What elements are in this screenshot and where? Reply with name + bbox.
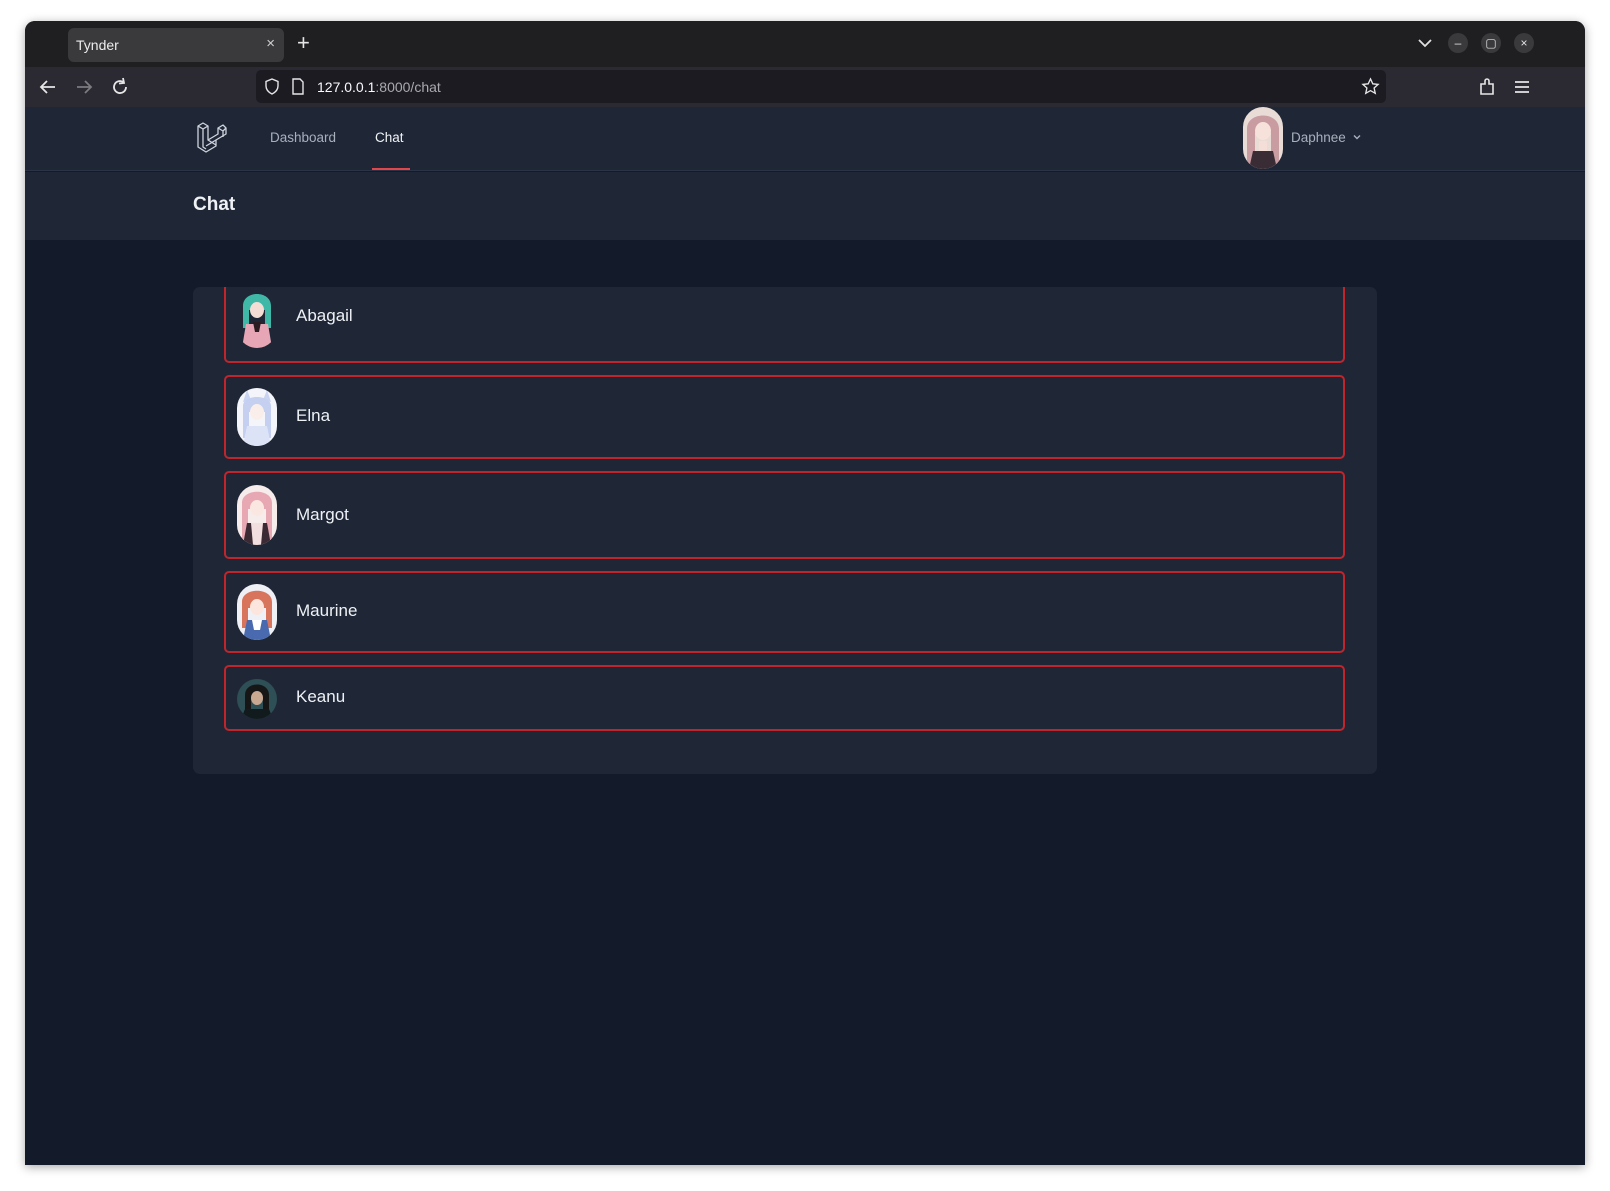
shield-icon[interactable] xyxy=(264,78,280,95)
url-path: :8000/chat xyxy=(375,79,441,95)
avatar-image xyxy=(237,584,277,640)
user-avatar-image xyxy=(1243,107,1283,169)
page-title: Chat xyxy=(193,194,236,215)
nav-link-chat[interactable]: Chat xyxy=(375,130,404,145)
chat-row-keanu[interactable]: Keanu xyxy=(224,665,1345,731)
chevron-down-icon[interactable] xyxy=(1352,132,1362,142)
avatar xyxy=(237,388,277,446)
chat-row-maurine[interactable]: Maurine xyxy=(224,571,1345,653)
user-avatar[interactable] xyxy=(1243,107,1283,169)
new-tab-button[interactable]: + xyxy=(297,31,310,55)
tab-list-chevron-icon[interactable] xyxy=(1415,33,1435,53)
page-header: Chat xyxy=(25,172,1585,240)
app-navigation: Dashboard Chat Daphnee xyxy=(25,107,1585,171)
close-window-button[interactable]: × xyxy=(1514,33,1534,53)
tab-bar: Tynder × + – ▢ × xyxy=(25,21,1585,67)
contact-name: Elna xyxy=(296,406,331,425)
chat-row-margot[interactable]: Margot xyxy=(224,471,1345,559)
tab-title: Tynder xyxy=(76,37,119,53)
avatar-image xyxy=(237,679,277,719)
menu-icon[interactable] xyxy=(1510,75,1534,99)
maximize-button[interactable]: ▢ xyxy=(1481,33,1501,53)
contact-name: Maurine xyxy=(296,601,358,620)
user-name[interactable]: Daphnee xyxy=(1291,130,1346,145)
back-arrow-icon[interactable] xyxy=(36,75,60,99)
avatar-image xyxy=(237,288,277,348)
avatar xyxy=(237,584,277,640)
page-icon xyxy=(292,78,304,95)
url-text[interactable]: 127.0.0.1:8000/chat xyxy=(317,79,441,95)
contact-name: Keanu xyxy=(296,687,346,706)
extensions-icon[interactable] xyxy=(1475,75,1499,99)
nav-link-dashboard[interactable]: Dashboard xyxy=(270,130,336,145)
avatar-image xyxy=(237,485,277,545)
laravel-logo-icon[interactable] xyxy=(195,121,227,153)
avatar xyxy=(237,679,277,719)
browser-navbar: 127.0.0.1:8000/chat xyxy=(25,67,1585,107)
contact-name: Abagail xyxy=(296,306,353,325)
forward-arrow-icon[interactable] xyxy=(72,75,96,99)
chat-list-panel: Abagail Elna Margot Maurine Keanu xyxy=(193,287,1377,774)
active-nav-indicator xyxy=(372,168,410,170)
url-bar[interactable]: 127.0.0.1:8000/chat xyxy=(256,70,1386,103)
avatar xyxy=(237,485,277,545)
avatar-image xyxy=(237,388,277,446)
avatar xyxy=(237,288,277,348)
browser-window: Tynder × + – ▢ × 127.0.0.1:8000/chat Das… xyxy=(25,21,1585,1165)
browser-tab[interactable]: Tynder × xyxy=(68,28,284,62)
reload-icon[interactable] xyxy=(108,75,132,99)
contact-name: Margot xyxy=(296,505,349,524)
tab-close-icon[interactable]: × xyxy=(266,35,275,53)
bookmark-star-icon[interactable] xyxy=(1361,77,1380,96)
chat-row-abagail[interactable]: Abagail xyxy=(224,287,1345,363)
url-host: 127.0.0.1 xyxy=(317,79,376,95)
chat-row-elna[interactable]: Elna xyxy=(224,375,1345,459)
minimize-button[interactable]: – xyxy=(1448,33,1468,53)
